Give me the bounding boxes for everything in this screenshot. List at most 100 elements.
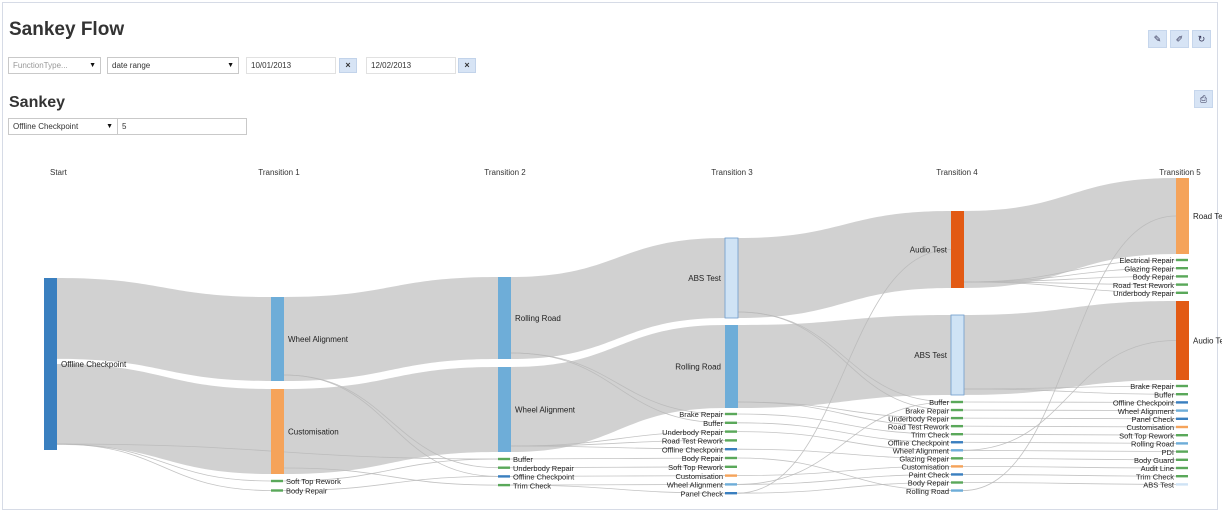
sankey-node[interactable] [724,237,739,319]
sankey-node[interactable] [951,408,963,412]
sankey-node[interactable] [725,492,737,495]
sankey-node[interactable] [951,416,963,420]
sankey-node[interactable] [1176,458,1188,461]
sankey-node[interactable] [951,489,963,492]
sankey-node[interactable] [498,457,510,461]
sankey-node[interactable] [951,400,963,404]
sankey-node-label: Underbody Repair [513,464,574,473]
sankey-node[interactable] [1176,409,1188,412]
sankey-node-label: Wheel Alignment [288,335,349,344]
sankey-node[interactable] [1176,442,1188,445]
sankey-node-label: Rolling Road [675,363,721,372]
flow-link [284,367,498,474]
sankey-node[interactable] [725,483,737,486]
sankey-node-label: Soft Top Rework [668,463,723,472]
sankey-node[interactable] [1176,475,1188,478]
thin-link [962,449,1177,452]
sankey-node-label: Trim Check [513,481,551,490]
sankey-node[interactable] [271,479,283,483]
sankey-node-label: Body Repair [286,487,328,496]
sankey-node[interactable] [1176,178,1189,254]
sankey-node[interactable] [1176,384,1188,388]
sankey-node[interactable] [1176,275,1188,278]
sankey-node[interactable] [498,466,510,469]
sankey-node[interactable] [498,277,511,359]
flow-link [738,211,951,318]
sankey-node-label: Brake Repair [679,410,723,419]
flow-link [57,364,271,474]
column-header: Transition 3 [711,168,753,177]
sankey-node[interactable] [271,489,283,492]
sankey-node[interactable] [1176,291,1188,294]
sankey-node[interactable] [1176,401,1188,404]
sankey-node[interactable] [1176,483,1188,486]
sankey-node-label: Buffer [703,419,723,428]
sankey-node-label: ABS Test [914,351,948,360]
column-header: Transition 4 [936,168,978,177]
sankey-node[interactable] [951,433,963,436]
sankey-node-label: Panel Check [680,489,723,498]
sankey-node-label: Buffer [513,455,533,464]
sankey-node-label: ABS Test [1143,481,1175,490]
sankey-node[interactable] [1176,393,1188,396]
sankey-node[interactable] [725,421,737,424]
sankey-node[interactable] [498,367,511,452]
sankey-node-label: Audio Test [1193,337,1222,346]
sankey-node[interactable] [725,439,737,442]
sankey-node[interactable] [1176,450,1188,453]
sankey-node[interactable] [951,481,963,484]
sankey-node-label: Customisation [675,472,723,481]
sankey-node[interactable] [725,456,737,460]
flow-link [964,301,1176,395]
sankey-node-label: Wheel Alignment [515,406,576,415]
links [56,178,1177,494]
flow-link [284,277,498,381]
sankey-diagram: Start Transition 1 Transition 2 Transition … [44,168,1222,498]
sankey-node[interactable] [725,430,737,433]
sankey-node[interactable] [725,474,737,477]
sankey-node-label: Underbody Repair [662,428,723,437]
column-header: Start [50,168,68,177]
sankey-node-label: Rolling Road [906,487,949,496]
sankey-node[interactable] [1176,258,1188,262]
sankey-node-label: Underbody Repair [1113,289,1174,298]
sankey-node-label: Body Repair [682,454,724,463]
sankey-node-label: Customisation [288,428,339,437]
sankey-node[interactable] [498,475,510,478]
sankey-node[interactable] [498,483,510,487]
sankey-node[interactable] [271,297,284,381]
sankey-node[interactable] [1176,434,1188,437]
sankey-node[interactable] [1176,267,1188,270]
sankey-node[interactable] [1176,283,1188,286]
sankey-node[interactable] [1176,425,1188,429]
sankey-node[interactable] [725,465,737,468]
sankey-node[interactable] [951,449,963,452]
sankey-node-label: Offline Checkpoint [513,473,575,482]
sankey-node[interactable] [44,278,57,450]
sankey-node[interactable] [951,424,963,428]
sankey-node[interactable] [725,412,737,416]
sankey-node[interactable] [951,457,963,460]
sankey-node-label: Soft Top Rework [286,477,341,486]
sankey-node[interactable] [951,473,963,476]
sankey-node[interactable] [951,465,963,468]
sankey-node[interactable] [1176,417,1188,420]
sankey-node-label: Audio Test [910,246,948,255]
sankey-node[interactable] [951,211,964,288]
sankey-node-label: Road Test [1193,212,1222,221]
sankey-node[interactable] [725,448,737,451]
sankey-node-label: Offline Checkpoint [662,445,724,454]
sankey-node[interactable] [951,441,963,444]
column-header: Transition 5 [1159,168,1201,177]
sankey-node-label: Rolling Road [515,314,561,323]
sankey-node[interactable] [1176,466,1188,470]
column-header: Transition 2 [484,168,526,177]
column-header: Transition 1 [258,168,300,177]
sankey-node[interactable] [1176,301,1189,380]
sankey-node-label: ABS Test [688,274,722,283]
sankey-node-label: Offline Checkpoint [61,360,127,369]
sankey-node[interactable] [950,314,965,396]
sankey-node[interactable] [725,325,738,408]
sankey-node[interactable] [271,389,284,474]
sankey-node-label: Wheel Alignment [667,481,724,490]
